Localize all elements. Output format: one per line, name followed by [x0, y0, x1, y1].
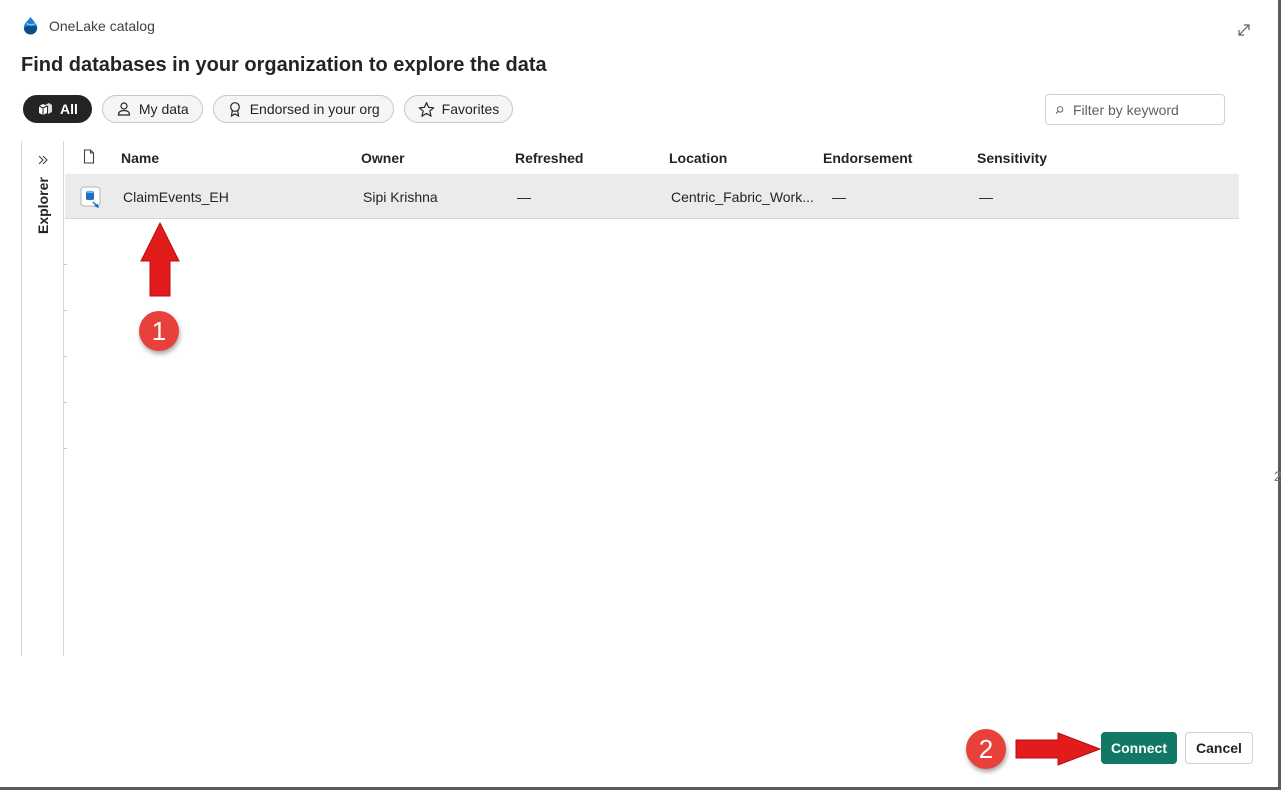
column-endorsement[interactable]: Endorsement	[823, 150, 912, 166]
explorer-label: Explorer	[35, 177, 51, 234]
row-refreshed: —	[517, 189, 531, 205]
filter-my-data-label: My data	[138, 101, 189, 117]
column-name[interactable]: Name	[121, 150, 159, 166]
expand-icon	[1238, 24, 1250, 36]
table-header: Name Owner Refreshed Location Endorsemen…	[65, 141, 1239, 173]
annotation-arrow-up-icon	[140, 221, 180, 297]
expand-button[interactable]	[1234, 20, 1254, 40]
star-icon	[418, 101, 434, 117]
app-header: OneLake catalog	[21, 16, 155, 35]
row-location[interactable]: Centric_Fabric_Work...	[671, 189, 814, 205]
page-title: Find databases in your organization to e…	[21, 54, 547, 76]
filter-all[interactable]: All	[23, 95, 92, 123]
ribbon-icon	[229, 102, 240, 117]
column-location[interactable]: Location	[669, 150, 727, 166]
chevron-double-right-icon	[38, 155, 48, 165]
filter-all-label: All	[60, 101, 78, 117]
onelake-logo-icon	[23, 16, 38, 35]
person-icon	[117, 102, 130, 116]
divider-tick	[64, 448, 67, 449]
column-owner[interactable]: Owner	[361, 150, 405, 166]
file-type-icon	[83, 149, 95, 164]
column-sensitivity[interactable]: Sensitivity	[977, 150, 1047, 166]
search-input[interactable]	[1071, 100, 1215, 119]
filter-endorsed[interactable]: Endorsed in your org	[212, 95, 394, 123]
filter-endorsed-label: Endorsed in your org	[249, 101, 380, 117]
filter-favorites-label: Favorites	[441, 101, 500, 117]
search-box[interactable]	[1045, 94, 1225, 125]
search-icon	[1055, 105, 1064, 114]
divider-tick	[64, 402, 67, 403]
row-owner: Sipi Krishna	[363, 189, 438, 205]
row-sensitivity: —	[979, 189, 993, 205]
filter-favorites[interactable]: Favorites	[403, 95, 514, 123]
divider-tick	[64, 356, 67, 357]
app-title: OneLake catalog	[49, 17, 155, 34]
row-endorsement: —	[832, 189, 846, 205]
cancel-button[interactable]: Cancel	[1185, 732, 1253, 764]
explorer-toggle-button[interactable]	[37, 153, 49, 171]
annotation-step-1-badge: 1	[139, 311, 179, 351]
divider-tick	[64, 310, 67, 311]
annotation-step-2-badge: 2	[966, 729, 1006, 769]
explorer-panel: Explorer	[21, 141, 67, 656]
eventhouse-database-icon	[80, 186, 101, 208]
background-window-glyph: 2	[1274, 468, 1281, 484]
filter-pills: All My data Endorsed in your org Favorit…	[23, 95, 514, 123]
annotation-arrow-right-icon	[1015, 732, 1102, 766]
column-refreshed[interactable]: Refreshed	[515, 150, 583, 166]
connect-button[interactable]: Connect	[1101, 732, 1177, 764]
cube-stack-icon	[38, 103, 52, 115]
divider-tick	[64, 264, 67, 265]
table-row[interactable]: ClaimEvents_EH Sipi Krishna — Centric_Fa…	[65, 174, 1239, 219]
filter-my-data[interactable]: My data	[101, 95, 203, 123]
row-name[interactable]: ClaimEvents_EH	[123, 189, 229, 205]
data-table: Name Owner Refreshed Location Endorsemen…	[65, 141, 1239, 219]
